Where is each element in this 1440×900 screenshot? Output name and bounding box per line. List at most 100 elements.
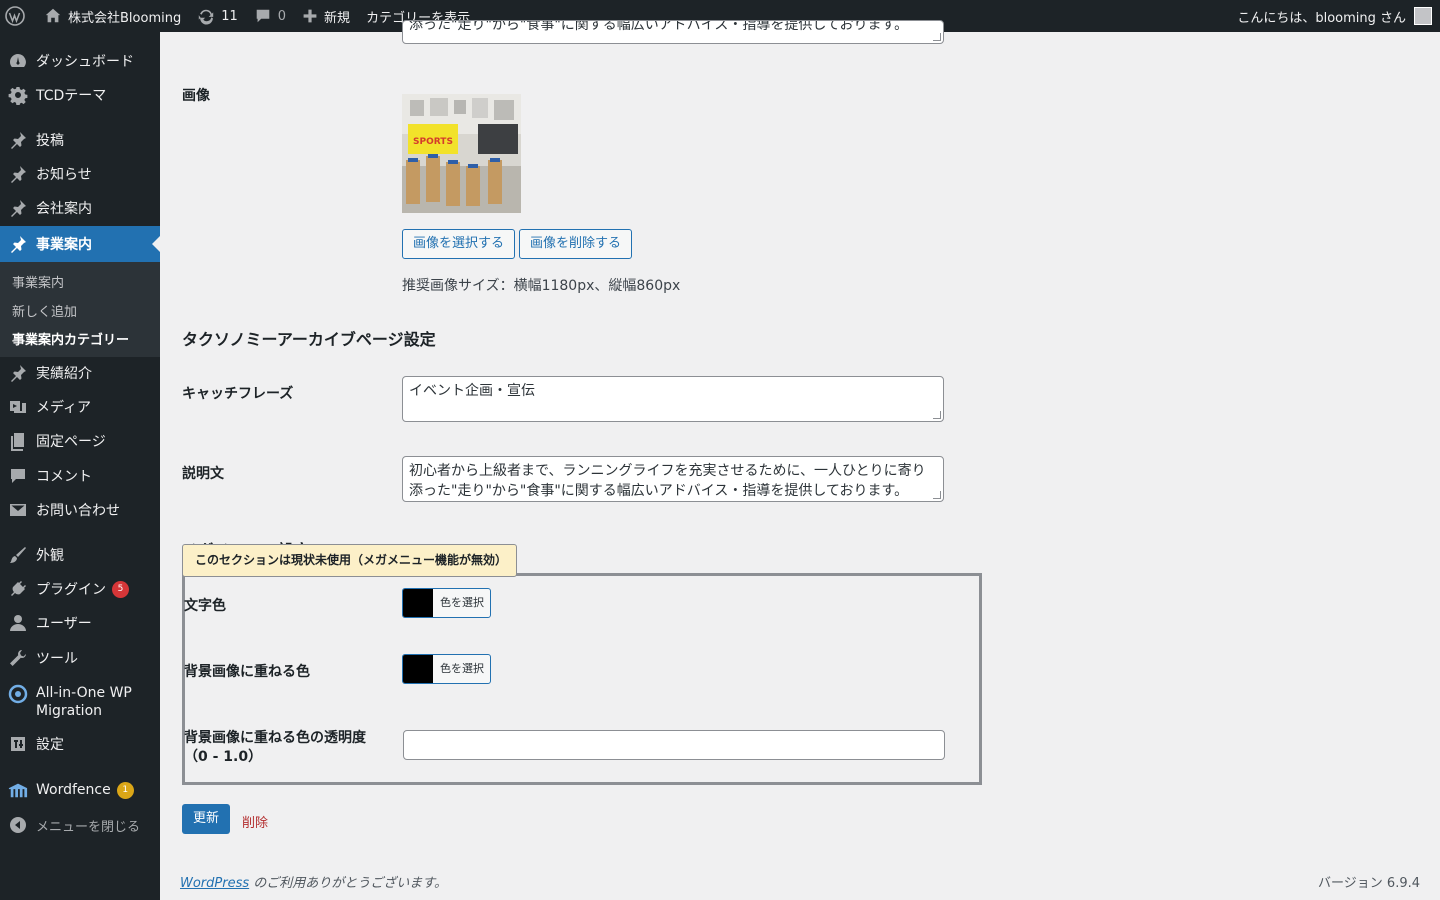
- resize-grip[interactable]: [933, 33, 941, 41]
- catchphrase-label: キャッチフレーズ: [182, 386, 294, 402]
- description-value: 初心者から上級者まで、ランニングライフを充実させるために、一人ひとりに寄り添った…: [409, 463, 926, 499]
- updates-icon: [199, 9, 214, 25]
- menu-works[interactable]: 実績紹介: [0, 358, 160, 388]
- mail-icon: [10, 504, 26, 516]
- prev-description-textarea[interactable]: 添った"走り"から"食事"に関する幅広いアドバイス・指導を提供しております。: [402, 20, 944, 44]
- description-textarea[interactable]: 初心者から上級者まで、ランニングライフを充実させるために、一人ひとりに寄り添った…: [402, 456, 944, 502]
- collapse-menu-button[interactable]: メニューを閉じる: [0, 810, 160, 840]
- menu-users[interactable]: ユーザー: [0, 608, 160, 638]
- avatar: [1414, 7, 1432, 25]
- menu-comments[interactable]: コメント: [0, 461, 160, 491]
- page-icon: [11, 433, 24, 451]
- menu-appearance[interactable]: 外観: [0, 540, 160, 570]
- new-label: 新規: [324, 10, 351, 26]
- submenu-add-new[interactable]: 新しく追加: [12, 301, 77, 320]
- menu-label: お問い合わせ: [36, 503, 120, 519]
- site-name: 株式会社Blooming: [68, 10, 182, 26]
- catchphrase-textarea[interactable]: イベント企画・宣伝: [402, 376, 944, 422]
- footer-thanks-text: のご利用ありがとうございます。: [249, 876, 447, 891]
- comment-icon: [11, 469, 25, 483]
- plugin-update-badge: 5: [112, 580, 129, 598]
- description-label: 説明文: [182, 466, 224, 482]
- menu-label: 設定: [36, 737, 64, 753]
- select-image-button[interactable]: 画像を選択する: [402, 229, 515, 259]
- my-account-link[interactable]: こんにちは、blooming さん: [1229, 0, 1440, 32]
- submenu-business-list[interactable]: 事業案内: [12, 272, 64, 291]
- updates-count: 11: [221, 8, 238, 24]
- opacity-input[interactable]: [403, 730, 945, 760]
- plugin-icon: [11, 581, 26, 596]
- text-color-label: 文字色: [184, 598, 226, 614]
- image-thumbnail: SPORTS: [402, 94, 521, 213]
- footer-thanks: WordPress のご利用ありがとうございます。: [180, 872, 447, 891]
- resize-grip[interactable]: [933, 491, 941, 499]
- media-icon: [10, 401, 26, 413]
- menu-company[interactable]: 会社案内: [0, 193, 160, 223]
- menu-label: ダッシュボード: [36, 54, 134, 70]
- update-button[interactable]: 更新: [182, 804, 230, 834]
- menu-label: TCDテーマ: [36, 88, 107, 104]
- user-icon: [10, 615, 26, 631]
- gear-icon: [8, 87, 28, 105]
- menu-pages[interactable]: 固定ページ: [0, 426, 160, 456]
- wordpress-logo-icon[interactable]: [0, 0, 36, 32]
- updates-link[interactable]: 11: [189, 0, 246, 32]
- main-content: 添った"走り"から"食事"に関する幅広いアドバイス・指導を提供しております。 画…: [160, 20, 1440, 900]
- resize-grip[interactable]: [933, 411, 941, 419]
- collapse-label: メニューを閉じる: [36, 819, 141, 835]
- site-name-link[interactable]: 株式会社Blooming: [36, 0, 189, 32]
- image-label: 画像: [182, 88, 210, 104]
- menu-aio-migration[interactable]: All-in-One WP Migration: [0, 677, 160, 727]
- overlay-color-picker-button[interactable]: 色を選択: [402, 654, 491, 684]
- menu-label: Wordfence: [36, 782, 111, 798]
- wordpress-link[interactable]: WordPress: [180, 876, 249, 891]
- text-color-picker-button[interactable]: 色を選択: [402, 588, 491, 618]
- choose-color-label: 色を選択: [440, 662, 484, 675]
- footer-version: バージョン 6.9.4: [1318, 876, 1420, 891]
- current-arrow: [152, 236, 160, 252]
- pin-icon: [11, 236, 26, 253]
- wordfence-badge: 1: [116, 781, 134, 799]
- dashboard-icon: [10, 54, 26, 67]
- choose-color-label: 色を選択: [440, 596, 484, 609]
- menu-plugins[interactable]: プラグイン 5: [0, 574, 160, 604]
- menu-wordfence[interactable]: Wordfence 1: [0, 775, 160, 805]
- menu-contact[interactable]: お問い合わせ: [0, 495, 160, 525]
- menu-business[interactable]: 事業案内: [0, 226, 160, 262]
- image-size-note: 推奨画像サイズ：横幅1180px、縦幅860px: [402, 278, 681, 294]
- menu-label: ユーザー: [36, 616, 92, 632]
- overlay-color-label: 背景画像に重ねる色: [184, 664, 310, 680]
- menu-media[interactable]: メディア: [0, 392, 160, 422]
- menu-settings[interactable]: 設定: [0, 729, 160, 759]
- submenu-business-category[interactable]: 事業案内カテゴリー: [12, 329, 129, 348]
- pin-icon: [11, 132, 26, 149]
- menu-posts[interactable]: 投稿: [0, 125, 160, 155]
- menu-label: プラグイン: [36, 582, 106, 598]
- menu-label: メディア: [36, 400, 92, 416]
- comments-count: 0: [277, 8, 287, 24]
- unused-section-notice: このセクションは現状未使用（メガメニュー機能が無効）: [182, 544, 517, 577]
- brush-icon: [10, 547, 26, 563]
- menu-tcd-theme[interactable]: TCDテーマ: [0, 80, 160, 110]
- prev-description-text: 添った"走り"から"食事"に関する幅広いアドバイス・指導を提供しております。: [409, 20, 909, 33]
- new-content-link[interactable]: 新規: [294, 0, 358, 32]
- comments-link[interactable]: 0: [246, 0, 294, 32]
- menu-news[interactable]: お知らせ: [0, 159, 160, 189]
- menu-label: 投稿: [36, 133, 64, 149]
- menu-dashboard[interactable]: ダッシュボード: [0, 46, 160, 76]
- menu-label: 実績紹介: [36, 366, 92, 382]
- menu-tools[interactable]: ツール: [0, 643, 160, 673]
- wordfence-icon: [8, 783, 28, 798]
- remove-image-button[interactable]: 画像を削除する: [519, 229, 632, 259]
- collapse-icon: [10, 817, 26, 833]
- opacity-range-label: （0 - 1.0）: [184, 749, 263, 765]
- admin-sidebar: ダッシュボード TCDテーマ 投稿 お知らせ 会社案内 事業案内 事業案内 新し…: [0, 32, 160, 900]
- opacity-label: 背景画像に重ねる色の透明度: [184, 730, 366, 746]
- menu-label: 事業案内: [36, 237, 92, 253]
- pin-icon: [11, 166, 26, 183]
- delete-link[interactable]: 削除: [242, 812, 268, 831]
- catchphrase-value: イベント企画・宣伝: [409, 383, 535, 399]
- menu-label: All-in-One WP Migration: [36, 685, 132, 719]
- menu-label: お知らせ: [36, 167, 92, 183]
- menu-label: ツール: [36, 651, 78, 667]
